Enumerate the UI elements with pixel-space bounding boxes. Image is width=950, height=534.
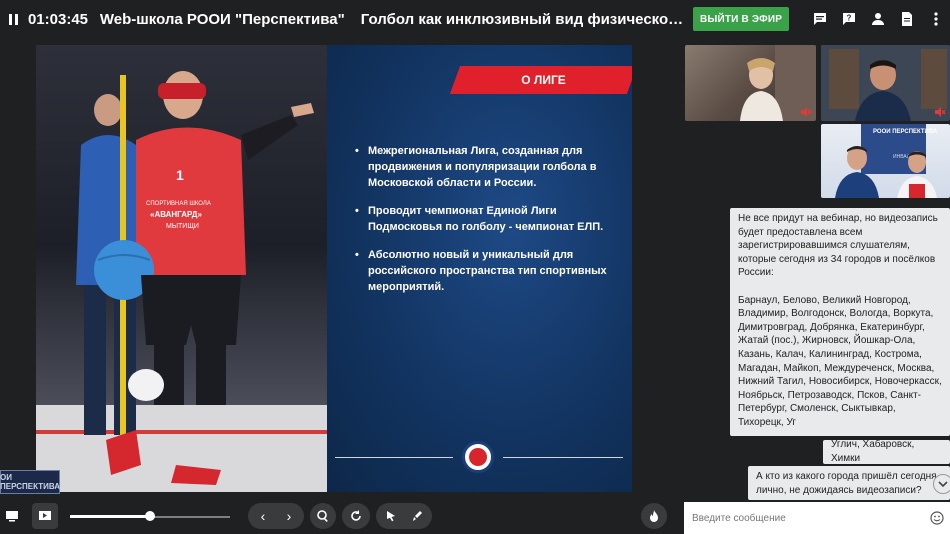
chat-message-input[interactable] xyxy=(684,502,924,534)
jersey-text-1: СПОРТИВНАЯ ШКОЛА xyxy=(146,201,211,207)
participant-video-2[interactable] xyxy=(821,45,950,121)
zoom-icon[interactable] xyxy=(310,503,336,529)
divider-left xyxy=(335,457,453,458)
go-live-button[interactable]: ВЫЙТИ В ЭФИР xyxy=(693,7,789,31)
chat-icon[interactable] xyxy=(805,5,834,33)
perspektiva-logo: ОИ ПЕРСПЕКТИВА xyxy=(0,470,60,494)
top-bar: 01:03:45 Web-школа РООИ "Перспектива" Гол… xyxy=(0,0,950,38)
question-icon[interactable]: ? xyxy=(834,5,863,33)
league-emblem-icon xyxy=(462,441,494,473)
presentation-icon[interactable] xyxy=(32,503,58,529)
rotate-icon[interactable] xyxy=(342,503,370,529)
next-slide-icon[interactable]: › xyxy=(276,508,302,524)
muted-mic-icon xyxy=(800,105,812,117)
slide-bullets: Межрегиональная Лига, созданная для прод… xyxy=(355,143,617,307)
volume-slider-knob[interactable] xyxy=(145,511,155,521)
divider-right xyxy=(503,457,623,458)
timer: 01:03:45 xyxy=(27,10,89,28)
screen-icon[interactable] xyxy=(0,503,24,529)
pause-icon[interactable] xyxy=(0,0,28,38)
file-icon[interactable] xyxy=(892,5,921,33)
jersey-number: 1 xyxy=(176,167,184,183)
section-banner-text: О ЛИГЕ xyxy=(521,73,566,87)
emoji-icon[interactable] xyxy=(930,511,944,525)
svg-text:?: ? xyxy=(846,14,851,23)
bullet-2: Проводит чемпионат Единой Лиги Подмосков… xyxy=(355,203,617,235)
jersey-text-2: «АВАНГАРД» xyxy=(150,210,203,219)
chat-input-box xyxy=(684,502,950,534)
volume-slider-fill xyxy=(70,515,150,518)
participant-video-3[interactable]: РООИ ПЕРСПЕКТИВА ИНВАЛИДОВ xyxy=(821,124,950,198)
more-icon[interactable] xyxy=(921,5,950,33)
participant-video-1[interactable] xyxy=(685,45,816,121)
scroll-down-icon[interactable] xyxy=(933,474,950,494)
tool-group xyxy=(376,503,432,529)
backdrop-caption-1: РООИ ПЕРСПЕКТИВА xyxy=(873,129,938,135)
slide-nav-group: ‹ › xyxy=(248,503,304,529)
user-icon[interactable] xyxy=(863,5,892,33)
pointer-icon[interactable] xyxy=(378,510,404,522)
chat-message: Углич, Хабаровск, Химки xyxy=(823,439,950,464)
presentation-stage: 1 СПОРТИВНАЯ ШКОЛА «АВАНГАРД» МЫТИЩИ О Л… xyxy=(0,38,684,498)
bullet-3: Абсолютно новый и уникальный для российс… xyxy=(355,247,617,295)
bullet-1: Межрегиональная Лига, созданная для прод… xyxy=(355,143,617,191)
goalball-player-photo: 1 СПОРТИВНАЯ ШКОЛА «АВАНГАРД» МЫТИЩИ xyxy=(36,45,327,492)
chat-message: А кто из какого города пришёл сегодня ли… xyxy=(748,466,950,500)
jersey-text-3: МЫТИЩИ xyxy=(166,223,199,230)
slide: 1 СПОРТИВНАЯ ШКОЛА «АВАНГАРД» МЫТИЩИ О Л… xyxy=(36,45,632,492)
muted-mic-icon xyxy=(934,105,946,117)
prev-slide-icon[interactable]: ‹ xyxy=(250,508,276,524)
webinar-title: Web-школа РООИ "Перспектива" Голбол как и… xyxy=(100,11,685,28)
webinar-topic: Голбол как инклюзивный вид физической ак… xyxy=(360,10,685,28)
slide-content-panel: О ЛИГЕ Межрегиональная Лига, созданная д… xyxy=(327,45,632,492)
top-icons: ? xyxy=(805,5,950,33)
school-name: Web-школа РООИ "Перспектива" xyxy=(99,10,345,28)
fire-icon[interactable] xyxy=(641,503,667,529)
brush-icon[interactable] xyxy=(404,510,430,522)
right-sidebar: РООИ ПЕРСПЕКТИВА ИНВАЛИДОВ Не все придут… xyxy=(684,38,950,534)
presentation-toolbar: ‹ › xyxy=(0,498,684,534)
chat-message: Не все придут на вебинар, но видеозапись… xyxy=(730,208,950,436)
